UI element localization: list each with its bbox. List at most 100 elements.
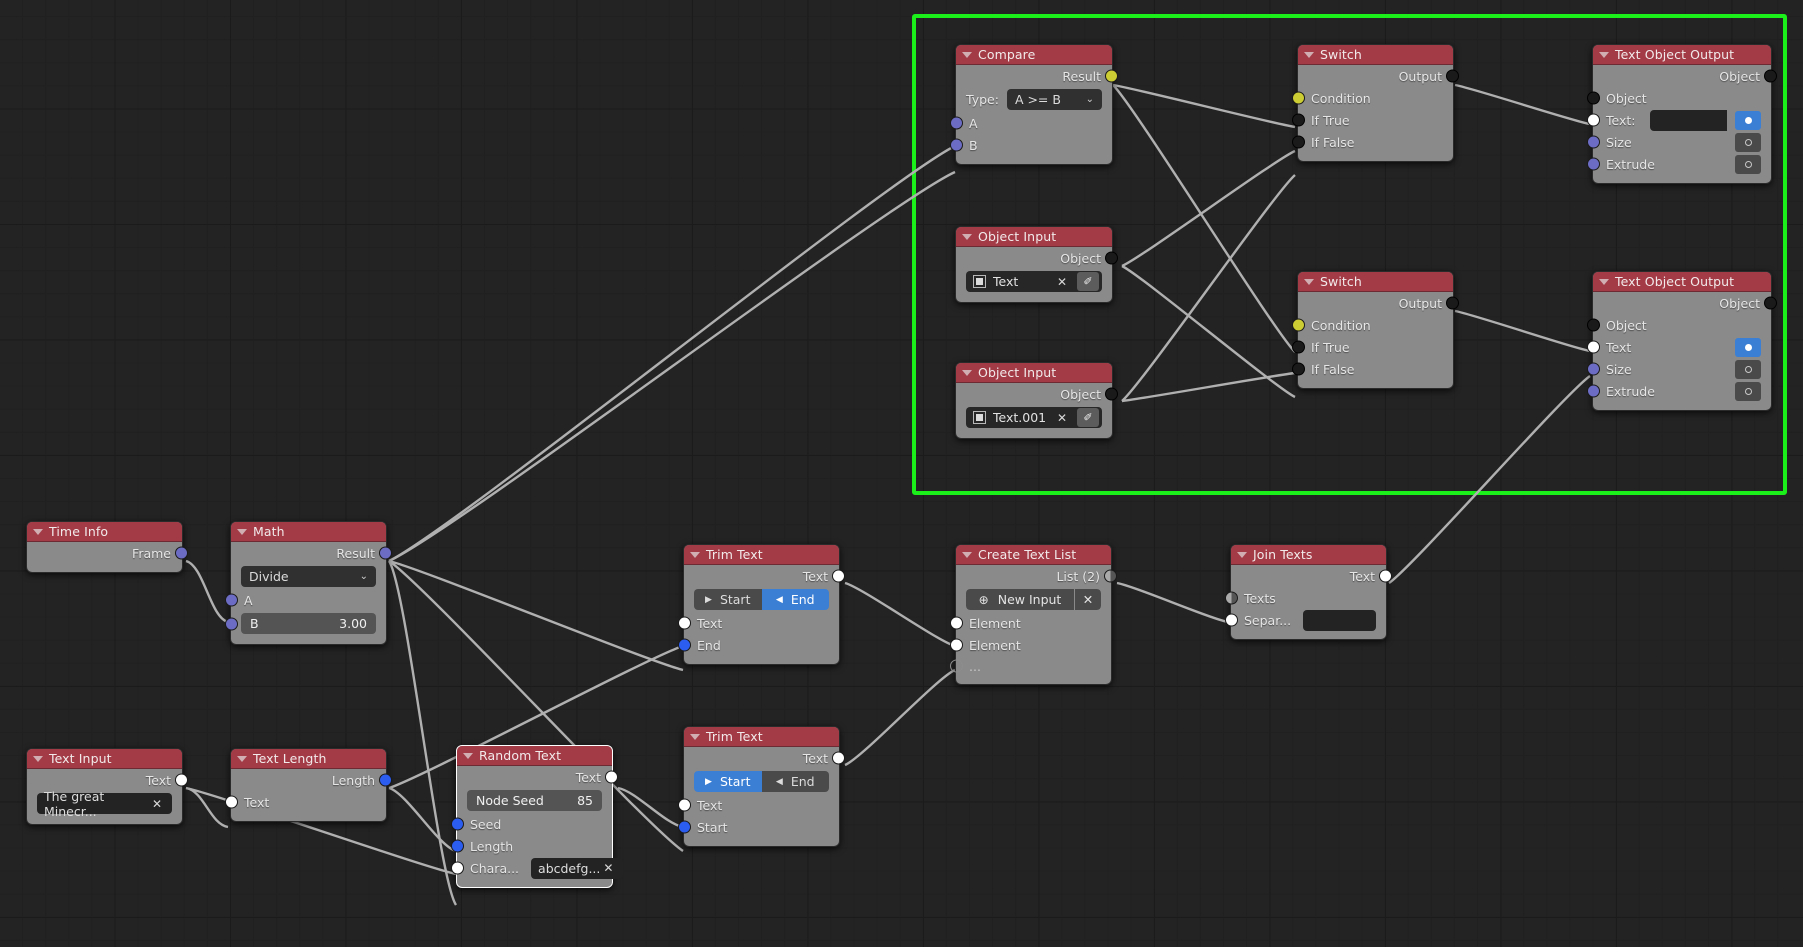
characters-field[interactable]: abcdefg... ✕ bbox=[531, 857, 624, 879]
node-trim-text-2[interactable]: Trim Text Text ▶ Start ◀ End Text Start bbox=[678, 726, 845, 847]
node-header[interactable]: Object Input bbox=[956, 363, 1112, 383]
node-join-texts[interactable]: Join Texts Text Texts Separ... bbox=[1225, 544, 1392, 640]
node-seed-field[interactable]: Node Seed 85 bbox=[467, 790, 602, 811]
collapse-triangle-icon[interactable] bbox=[1599, 51, 1609, 58]
eyedropper-icon[interactable]: ✐ bbox=[1077, 272, 1099, 291]
animate-property-off-icon[interactable] bbox=[1735, 132, 1761, 152]
socket-float[interactable] bbox=[225, 617, 238, 630]
mode-option-start[interactable]: ▶ Start bbox=[694, 771, 762, 792]
socket-text[interactable] bbox=[950, 638, 963, 652]
socket-list[interactable] bbox=[1225, 591, 1238, 605]
node-text-object-output-1[interactable]: Text Object Output Object Object Text: Size E… bbox=[1587, 44, 1777, 184]
socket-float[interactable] bbox=[950, 138, 963, 152]
socket-float[interactable] bbox=[379, 546, 392, 560]
remove-input-button[interactable]: ✕ bbox=[1075, 589, 1101, 610]
socket-object[interactable] bbox=[1446, 69, 1459, 83]
socket-text[interactable] bbox=[175, 773, 188, 787]
socket-text[interactable] bbox=[225, 795, 238, 809]
socket-text[interactable] bbox=[1587, 340, 1600, 354]
socket-float[interactable] bbox=[1587, 135, 1600, 149]
text-value-field[interactable]: The great Minecr... ✕ bbox=[37, 789, 172, 819]
node-create-text-list[interactable]: Create Text List List (2) ⊕ New Input ✕ Eleme… bbox=[950, 544, 1117, 685]
socket-text[interactable] bbox=[950, 616, 963, 630]
socket-int[interactable] bbox=[678, 638, 691, 652]
collapse-triangle-icon[interactable] bbox=[1237, 551, 1247, 558]
node-math[interactable]: Math Result Divide ⌄ A B 3.00 bbox=[225, 521, 392, 645]
socket-float[interactable] bbox=[225, 593, 238, 607]
node-compare[interactable]: Compare Result Type: A >= B ⌄ A B bbox=[950, 44, 1118, 165]
collapse-triangle-icon[interactable] bbox=[962, 51, 972, 58]
socket-text[interactable] bbox=[605, 770, 618, 784]
animate-property-off-icon[interactable] bbox=[1735, 154, 1761, 174]
socket-text[interactable] bbox=[1379, 569, 1392, 583]
node-object-input-2[interactable]: Object Input Object Text.001 ✕ ✐ bbox=[955, 362, 1118, 439]
collapse-triangle-icon[interactable] bbox=[690, 733, 700, 740]
collapse-triangle-icon[interactable] bbox=[962, 233, 972, 240]
eyedropper-icon[interactable]: ✐ bbox=[1077, 408, 1099, 427]
socket-object[interactable] bbox=[1587, 91, 1600, 105]
socket-text[interactable] bbox=[1587, 113, 1600, 127]
socket-int[interactable] bbox=[379, 773, 392, 787]
socket-bool[interactable] bbox=[1292, 91, 1305, 105]
node-switch-2[interactable]: Switch Output Condition If True If False bbox=[1292, 271, 1459, 389]
dropdown-math[interactable]: Divide ⌄ bbox=[241, 566, 376, 587]
animate-property-on-icon[interactable] bbox=[1735, 110, 1761, 130]
socket-object[interactable] bbox=[1764, 69, 1777, 83]
node-header[interactable]: Text Input bbox=[27, 749, 182, 769]
socket-object[interactable] bbox=[1105, 387, 1118, 401]
node-text-length[interactable]: Text Length Length Text bbox=[225, 748, 392, 822]
object-selector[interactable]: Text.001 ✕ ✐ bbox=[966, 407, 1102, 428]
object-selector[interactable]: Text ✕ ✐ bbox=[966, 271, 1102, 292]
clear-icon[interactable]: ✕ bbox=[600, 861, 616, 875]
node-header[interactable]: Switch bbox=[1298, 45, 1453, 65]
socket-float[interactable] bbox=[175, 546, 188, 560]
node-header[interactable]: Compare bbox=[956, 45, 1112, 65]
mode-option-start[interactable]: ▶ Start bbox=[694, 589, 762, 610]
animate-property-off-icon[interactable] bbox=[1735, 359, 1761, 379]
socket-int[interactable] bbox=[678, 820, 691, 834]
dropdown-compare[interactable]: A >= B ⌄ bbox=[1006, 89, 1102, 110]
node-header[interactable]: Join Texts bbox=[1231, 545, 1386, 565]
clear-icon[interactable]: ✕ bbox=[149, 797, 165, 811]
collapse-triangle-icon[interactable] bbox=[463, 752, 473, 759]
socket-bool[interactable] bbox=[1292, 318, 1305, 332]
socket-object[interactable] bbox=[1292, 135, 1305, 149]
socket-text[interactable] bbox=[832, 751, 845, 765]
socket-float[interactable] bbox=[1587, 157, 1600, 171]
node-random-text[interactable]: Random Text Text Node Seed 85 Seed Length Char… bbox=[451, 745, 624, 888]
collapse-triangle-icon[interactable] bbox=[1304, 51, 1314, 58]
socket-int[interactable] bbox=[451, 839, 464, 853]
socket-virtual[interactable] bbox=[950, 659, 963, 673]
node-header[interactable]: Math bbox=[231, 522, 386, 542]
node-header[interactable]: Time Info bbox=[27, 522, 182, 542]
clear-icon[interactable]: ✕ bbox=[1054, 275, 1070, 289]
socket-object[interactable] bbox=[1292, 362, 1305, 376]
collapse-triangle-icon[interactable] bbox=[33, 528, 43, 535]
node-text-object-output-2[interactable]: Text Object Output Object Object Text Size Ex… bbox=[1587, 271, 1777, 411]
socket-text[interactable] bbox=[1225, 613, 1238, 627]
clear-icon[interactable]: ✕ bbox=[1054, 411, 1070, 425]
socket-object[interactable] bbox=[1292, 340, 1305, 354]
node-switch-1[interactable]: Switch Output Condition If True If False bbox=[1292, 44, 1459, 162]
mode-option-end[interactable]: ◀ End bbox=[761, 589, 829, 610]
socket-float[interactable] bbox=[1587, 384, 1600, 398]
node-header[interactable]: Text Object Output bbox=[1593, 272, 1771, 292]
text-property-field[interactable] bbox=[1649, 109, 1727, 131]
node-object-input-1[interactable]: Object Input Object Text ✕ ✐ bbox=[955, 226, 1118, 303]
socket-int[interactable] bbox=[451, 817, 464, 831]
animate-property-on-icon[interactable] bbox=[1735, 337, 1761, 357]
socket-bool[interactable] bbox=[1105, 69, 1118, 83]
collapse-triangle-icon[interactable] bbox=[690, 551, 700, 558]
add-element-row[interactable]: ... bbox=[950, 656, 1111, 676]
node-header[interactable]: Switch bbox=[1298, 272, 1453, 292]
collapse-triangle-icon[interactable] bbox=[1599, 278, 1609, 285]
node-header[interactable]: Create Text List bbox=[956, 545, 1111, 565]
animate-property-off-icon[interactable] bbox=[1735, 381, 1761, 401]
node-editor-canvas[interactable]: Compare Result Type: A >= B ⌄ A B Object Input O… bbox=[0, 0, 1803, 947]
node-text-input[interactable]: Text Input Text The great Minecr... ✕ bbox=[26, 748, 188, 825]
mode-option-end[interactable]: ◀ End bbox=[761, 771, 829, 792]
socket-text[interactable] bbox=[451, 861, 464, 875]
node-header[interactable]: Random Text bbox=[457, 746, 612, 766]
socket-list[interactable] bbox=[1104, 569, 1117, 583]
collapse-triangle-icon[interactable] bbox=[237, 528, 247, 535]
